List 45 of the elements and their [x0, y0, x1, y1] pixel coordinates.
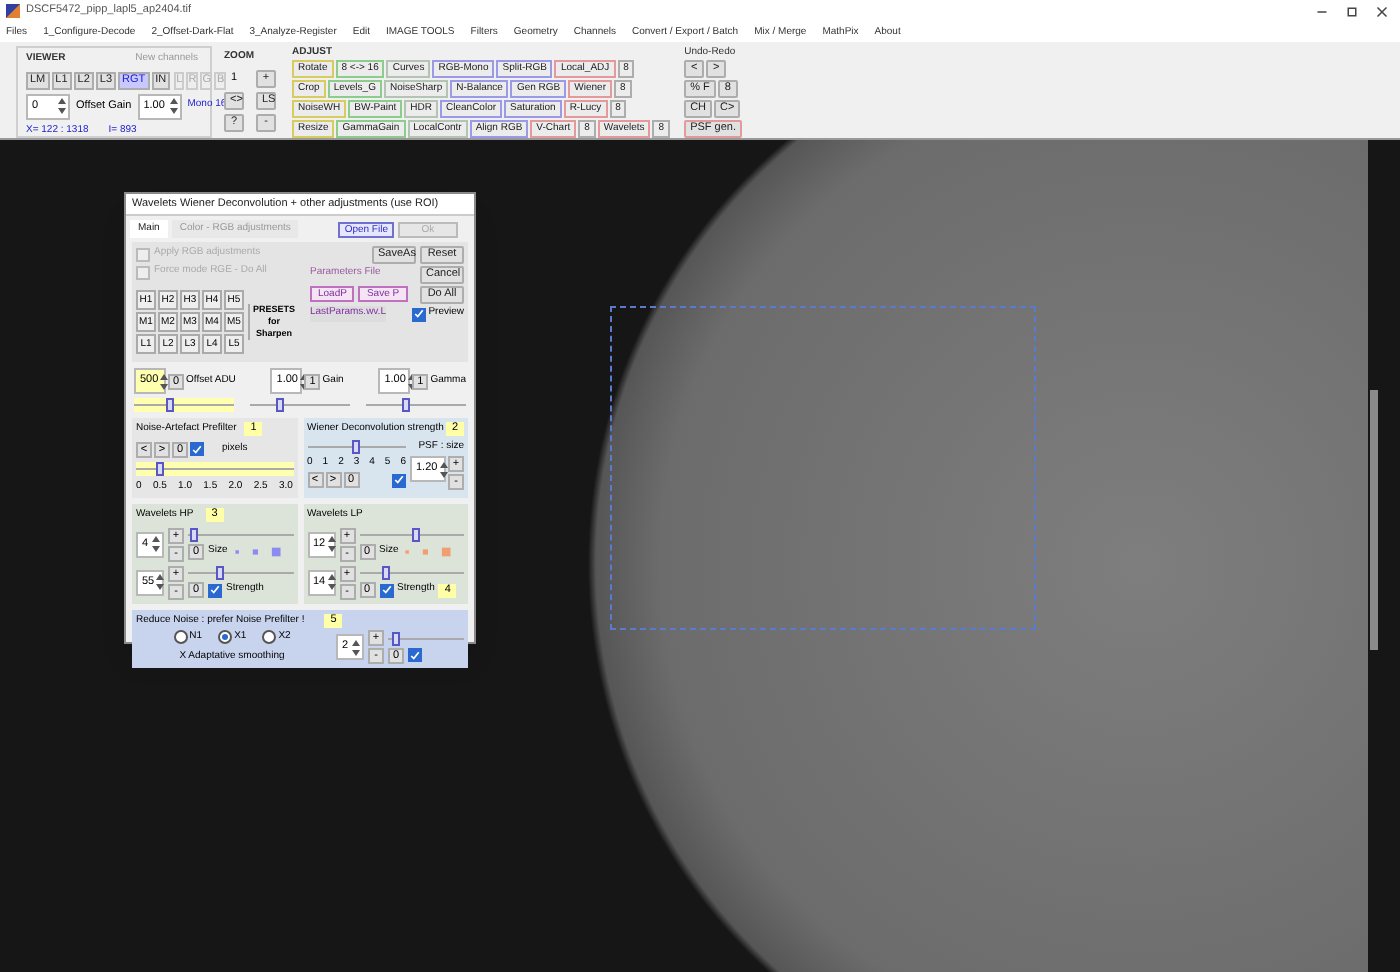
slider[interactable]	[188, 566, 293, 580]
spinner-arrows-icon[interactable]	[58, 96, 66, 116]
checkbox[interactable]	[392, 473, 406, 487]
checkbox[interactable]	[412, 307, 427, 321]
slider[interactable]	[307, 439, 406, 453]
slider[interactable]	[366, 398, 466, 412]
radio-button[interactable]	[173, 630, 188, 645]
slider-thumb[interactable]	[402, 398, 410, 412]
slider-thumb[interactable]	[215, 566, 224, 580]
slider[interactable]	[359, 528, 464, 542]
checkbox[interactable]	[190, 442, 204, 456]
spinner-arrows-icon[interactable]	[352, 637, 360, 657]
close-icon[interactable]	[1376, 5, 1388, 17]
slider[interactable]	[188, 528, 293, 542]
spinner-arrows-icon[interactable]	[439, 459, 448, 479]
slider-thumb[interactable]	[412, 528, 421, 542]
radio-button[interactable]	[262, 630, 277, 645]
slider[interactable]	[136, 461, 293, 475]
spinner-arrows-icon[interactable]	[327, 534, 336, 554]
slider-thumb[interactable]	[391, 631, 400, 645]
slider-thumb[interactable]	[381, 566, 390, 580]
minimize-icon[interactable]	[1316, 5, 1328, 17]
maximize-icon[interactable]	[1346, 5, 1358, 17]
slider-thumb[interactable]	[165, 398, 173, 412]
spinner-arrows-icon[interactable]	[152, 534, 160, 554]
app-icon	[6, 4, 20, 18]
slider[interactable]	[359, 566, 464, 580]
slider[interactable]	[388, 631, 464, 645]
scrollbar-thumb[interactable]	[1370, 390, 1378, 650]
slider[interactable]	[250, 398, 350, 412]
checkbox[interactable]	[408, 648, 422, 662]
checkbox[interactable]	[379, 583, 393, 597]
spinner-arrows-icon[interactable]	[327, 572, 336, 592]
slider[interactable]	[134, 398, 234, 412]
slider-thumb[interactable]	[155, 461, 164, 475]
radio-button[interactable]	[218, 630, 233, 645]
spinner-arrows-icon[interactable]	[156, 572, 165, 592]
slider-thumb[interactable]	[189, 528, 198, 542]
spinner-arrows-icon[interactable]	[160, 371, 169, 391]
slider-thumb[interactable]	[352, 439, 361, 453]
slider-thumb[interactable]	[276, 398, 284, 412]
spinner-arrows-icon[interactable]	[407, 371, 416, 391]
spinner-arrows-icon[interactable]	[169, 96, 178, 116]
spinner-arrows-icon[interactable]	[300, 371, 308, 391]
checkbox[interactable]	[208, 583, 222, 597]
